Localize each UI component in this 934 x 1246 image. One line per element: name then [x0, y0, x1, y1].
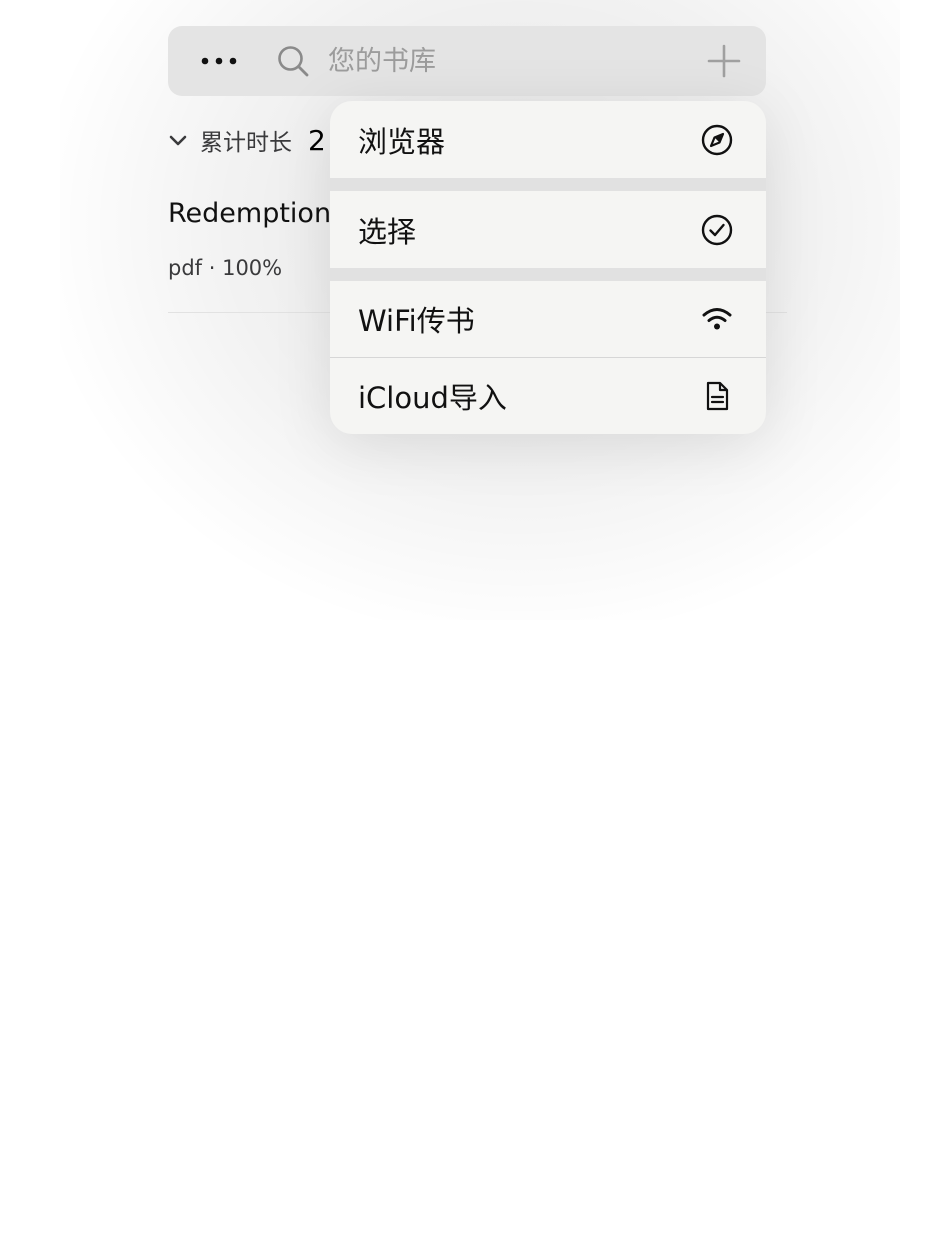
- book-title: Redemption: [168, 198, 332, 229]
- document-icon: [706, 381, 729, 411]
- menu-item-label: WiFi传书: [358, 304, 475, 338]
- search-input[interactable]: [328, 40, 688, 82]
- chevron-down-icon: [169, 135, 187, 146]
- menu-item-select[interactable]: 选择: [330, 191, 766, 268]
- more-horizontal-icon[interactable]: [200, 50, 238, 72]
- menu-group-separator: [330, 178, 766, 191]
- reading-time-value: 2: [308, 123, 326, 157]
- menu-item-label: 浏览器: [358, 124, 446, 159]
- plus-icon[interactable]: [706, 43, 742, 79]
- checkmark-circle-icon: [701, 214, 733, 245]
- library-screen: 累计时长 2 Redemption pdf · 100% 浏览器 选择 W: [0, 0, 934, 1246]
- reading-time-summary[interactable]: 累计时长 2: [168, 118, 326, 162]
- menu-item-wifi-transfer[interactable]: WiFi传书: [330, 281, 766, 357]
- menu-item-label: iCloud导入: [358, 381, 507, 415]
- menu-item-icloud-import[interactable]: iCloud导入: [330, 358, 766, 434]
- book-meta: pdf · 100%: [168, 256, 283, 280]
- search-bar: [168, 26, 766, 96]
- compass-icon: [701, 124, 733, 155]
- menu-item-browser[interactable]: 浏览器: [330, 101, 766, 178]
- add-menu-popover: 浏览器 选择 WiFi传书 iCloud导入: [330, 101, 766, 434]
- reading-time-label: 累计时长: [200, 130, 292, 156]
- menu-group-separator: [330, 268, 766, 281]
- search-icon: [278, 46, 309, 77]
- menu-item-label: 选择: [358, 214, 417, 249]
- wifi-icon: [702, 308, 732, 330]
